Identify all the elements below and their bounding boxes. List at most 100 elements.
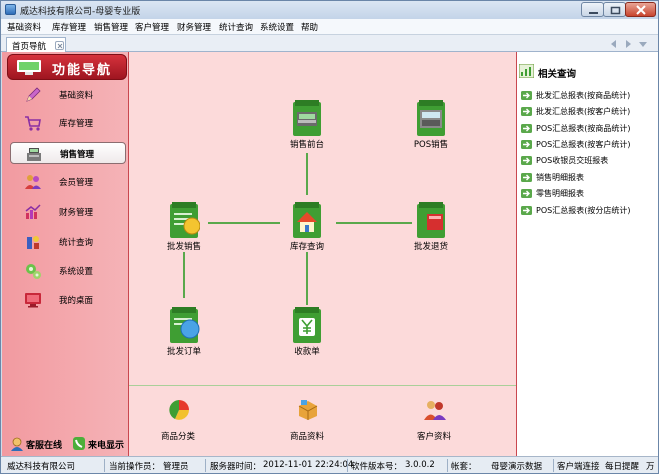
report-link-label: POS汇总报表(按商品统计)	[536, 124, 631, 133]
menu-inventory[interactable]: 库存管理	[52, 21, 86, 33]
title-bar: 威达科技有限公司-母婴专业版	[1, 1, 658, 19]
caller-id-label[interactable]: 来电显示	[88, 438, 124, 451]
app-icon	[5, 4, 16, 15]
report-link[interactable]: 批发汇总报表(按商品统计)	[521, 89, 657, 103]
nav-item-settings[interactable]: 系统设置	[10, 260, 126, 282]
status-server-time-label: 服务器时间：	[210, 462, 262, 472]
node-label: 批发退货	[413, 242, 448, 252]
maximize-button[interactable]	[603, 2, 626, 17]
report-link-label: 批发汇总报表(按商品统计)	[536, 91, 631, 100]
report-link[interactable]: 销售明细报表	[521, 171, 657, 185]
node-wholesale-sales[interactable]: 批发销售	[154, 200, 214, 262]
node-label: 批发订单	[166, 347, 201, 357]
tab-list-icon[interactable]	[638, 39, 648, 49]
node-product-data[interactable]: 商品资料	[275, 398, 339, 446]
nav-item-finance[interactable]: 财务管理	[10, 201, 126, 223]
pos-sales-icon	[417, 100, 445, 136]
nav-item-label: 销售管理	[60, 150, 95, 160]
report-link[interactable]: 零售明细报表	[521, 187, 657, 201]
report-link[interactable]: 批发汇总报表(按客户统计)	[521, 105, 657, 119]
nav-item-label: 我的桌面	[59, 296, 94, 306]
customer-service-label[interactable]: 客服在线	[26, 438, 62, 451]
node-label: 客户资料	[416, 432, 451, 442]
nav-item-desktop[interactable]: 我的桌面	[10, 289, 126, 311]
tab-scroll-left-icon[interactable]	[609, 39, 619, 49]
tab-close-icon[interactable]	[55, 41, 64, 50]
receipt-icon	[293, 307, 321, 343]
node-pos-sales[interactable]: POS销售	[401, 98, 461, 160]
node-receipt[interactable]: 收款单	[277, 305, 337, 367]
report-link-label: POS收银员交班报表	[536, 156, 609, 165]
report-link[interactable]: POS汇总报表(按客户统计)	[521, 138, 657, 152]
cart-icon	[25, 116, 41, 131]
arrow-right-icon	[521, 156, 532, 165]
cash-register-icon	[27, 148, 41, 161]
report-link[interactable]: POS收银员交班报表	[521, 154, 657, 168]
arrow-right-icon	[521, 91, 532, 100]
nav-footer: 客服在线 来电显示	[2, 434, 129, 456]
arrow-right-icon	[521, 189, 532, 198]
app-window: 威达科技有限公司-母婴专业版 基础资料 库存管理 销售管理 客户管理 财务管理 …	[0, 0, 659, 474]
arrow-right-icon	[521, 140, 532, 149]
menu-settings[interactable]: 系统设置	[260, 21, 294, 33]
status-divider	[205, 459, 206, 472]
menu-customers[interactable]: 客户管理	[135, 21, 169, 33]
nav-item-sales[interactable]: 销售管理	[10, 142, 126, 164]
status-client-connect[interactable]: 客户端连接	[557, 460, 600, 472]
menu-bar: 基础资料 库存管理 销售管理 客户管理 财务管理 统计查询 系统设置 帮助	[1, 19, 658, 35]
sales-counter-icon	[293, 100, 321, 136]
status-divider	[347, 459, 348, 472]
main-area: 功能导航 基础资料 库存管理 销售管理 会员管理 财务管理 统计查询 系统设置 …	[2, 52, 658, 456]
tab-home-label: 首页导航	[12, 42, 47, 52]
tab-home[interactable]: 首页导航	[6, 37, 66, 52]
nav-item-label: 会员管理	[59, 178, 94, 188]
node-product-category[interactable]: 商品分类	[146, 398, 210, 446]
report-link[interactable]: POS汇总报表(按商品统计)	[521, 122, 657, 136]
status-account-label: 帐套：	[451, 462, 477, 472]
status-version-label: 软件版本号：	[351, 462, 403, 472]
menu-basic-data[interactable]: 基础资料	[7, 21, 41, 33]
node-wholesale-order[interactable]: 批发订单	[154, 305, 214, 367]
tab-scroll-right-icon[interactable]	[623, 39, 633, 49]
node-customer-data[interactable]: 客户资料	[402, 398, 466, 446]
category-pie-icon	[169, 400, 189, 420]
related-queries-title: 相关查询	[538, 69, 577, 80]
node-inventory-query[interactable]: 库存查询	[277, 200, 337, 262]
menu-finance[interactable]: 财务管理	[177, 21, 211, 33]
window-title: 威达科技有限公司-母婴专业版	[20, 7, 141, 17]
menu-help[interactable]: 帮助	[301, 21, 318, 33]
status-operator: 管理员	[163, 462, 189, 472]
arrow-right-icon	[521, 206, 532, 215]
customer-service-icon[interactable]	[10, 437, 24, 451]
nav-item-label: 系统设置	[59, 267, 94, 277]
nav-item-basic-data[interactable]: 基础资料	[10, 84, 126, 106]
node-label: 批发销售	[166, 242, 201, 252]
minimize-button[interactable]	[581, 2, 604, 17]
customers-icon	[424, 401, 446, 420]
status-divider	[104, 459, 105, 472]
status-account: 母婴演示数据	[491, 462, 543, 472]
report-link-label: 销售明细报表	[536, 173, 584, 182]
node-wholesale-return[interactable]: 批发退货	[401, 200, 461, 262]
nav-item-statistics[interactable]: 统计查询	[10, 231, 126, 253]
node-sales-counter[interactable]: 销售前台	[277, 98, 337, 160]
report-link-label: POS汇总报表(按分店统计)	[536, 206, 631, 215]
members-icon	[25, 175, 41, 189]
status-daily-reminder[interactable]: 每日提醒	[605, 460, 639, 472]
workflow-panel: 销售前台 POS销售 批发销售 库存查询 批发退货 批发订单 收款单	[129, 52, 516, 385]
basic-data-strip: 商品分类 商品资料 客户资料	[129, 385, 516, 456]
node-label: 销售前台	[289, 140, 324, 150]
close-button[interactable]	[625, 2, 656, 17]
node-label: 库存查询	[289, 242, 324, 252]
nav-item-label: 统计查询	[59, 238, 94, 248]
caller-id-icon[interactable]	[72, 436, 86, 451]
status-version: 3.0.0.2	[405, 460, 435, 470]
nav-item-members[interactable]: 会员管理	[10, 171, 126, 193]
status-bar: 威达科技有限公司 当前操作员： 管理员 服务器时间： 2012-11-01 22…	[1, 456, 658, 473]
report-link[interactable]: POS汇总报表(按分店统计)	[521, 204, 657, 218]
menu-sales[interactable]: 销售管理	[94, 21, 128, 33]
status-divider	[553, 459, 554, 472]
nav-item-inventory[interactable]: 库存管理	[10, 112, 126, 134]
menu-statistics[interactable]: 统计查询	[219, 21, 253, 33]
arrow-right-icon	[521, 124, 532, 133]
